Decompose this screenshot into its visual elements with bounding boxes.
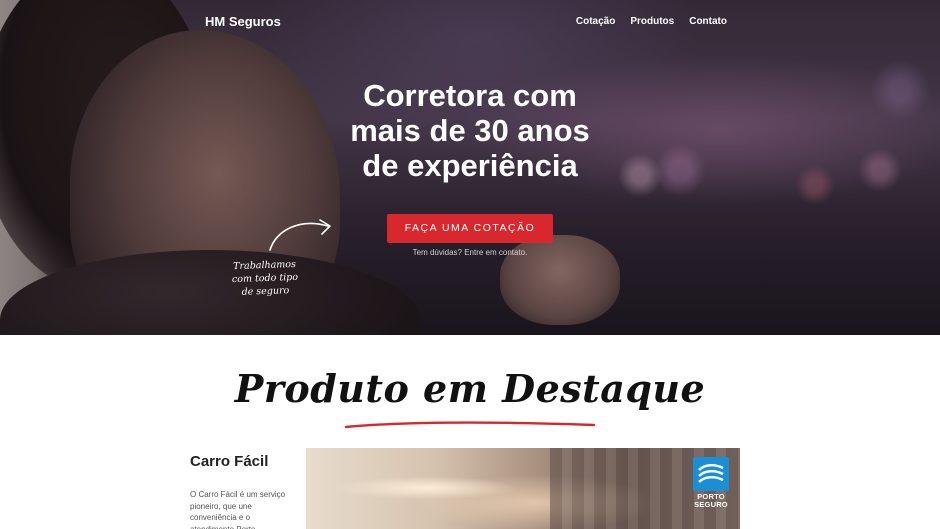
title-underline — [344, 421, 596, 429]
headline-line-1: Corretora com — [363, 78, 577, 113]
product-name: Carro Fácil — [190, 453, 269, 470]
porto-seguro-wave-icon — [693, 457, 729, 491]
handnote-line-3: de seguro — [241, 285, 290, 298]
hero-headline: Corretora com mais de 30 anos de experiê… — [300, 78, 640, 183]
headline-line-2: mais de 30 anos — [350, 113, 590, 148]
nav-produtos[interactable]: Produtos — [630, 16, 674, 27]
handnote-line-1: Trabalhamos — [233, 258, 297, 273]
main-nav: Cotação Produtos Contato — [576, 16, 727, 27]
porto-seguro-logo: PORTO SEGURO — [692, 457, 730, 513]
nav-cotacao[interactable]: Cotação — [576, 16, 615, 27]
product-image[interactable]: PORTO SEGURO — [306, 448, 740, 529]
featured-section-title: Produto em Destaque — [234, 366, 706, 411]
porto-seguro-logo-text: PORTO SEGURO — [694, 493, 728, 509]
handnote-line-2: com todo tipo — [231, 271, 299, 286]
headline-line-3: de experiência — [362, 148, 578, 183]
nav-contato[interactable]: Contato — [689, 16, 727, 27]
hero-banner: HM Seguros Cotação Produtos Contato Corr… — [0, 0, 940, 335]
logo-line-2: SEGURO — [694, 500, 728, 509]
contact-sub-link[interactable]: Tem dúvidas? Entre em contato. — [370, 248, 570, 257]
curved-arrow-icon — [269, 219, 331, 251]
brand-logo[interactable]: HM Seguros — [205, 14, 281, 29]
quote-cta-button[interactable]: FAÇA UMA COTAÇÃO — [387, 214, 553, 243]
product-description: O Carro Fácil é um serviço pioneiro, que… — [190, 490, 286, 529]
hero-handwritten-note: Trabalhamos com todo tipo de seguro — [219, 257, 310, 299]
